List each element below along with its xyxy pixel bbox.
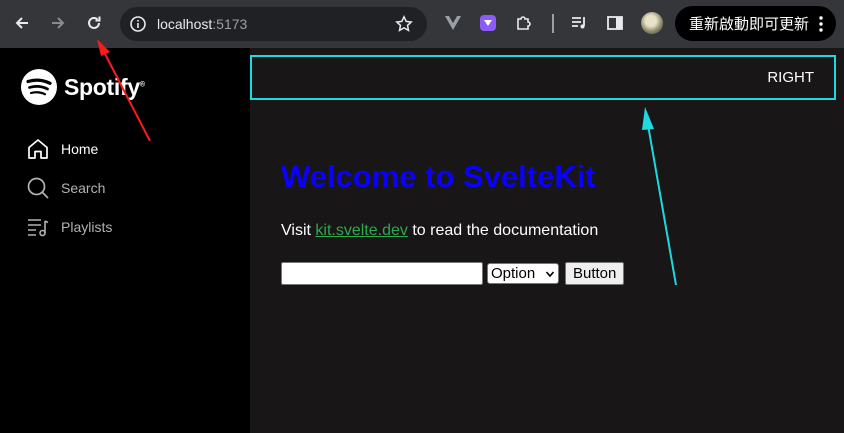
reload-button[interactable]	[80, 9, 108, 37]
extensions-button[interactable]	[513, 12, 535, 34]
back-arrow-icon	[15, 17, 28, 29]
sidebar-item-search[interactable]: Search	[26, 176, 105, 200]
reload-icon	[88, 16, 101, 29]
site-info-icon[interactable]	[129, 15, 147, 33]
option-select[interactable]: Option	[487, 263, 559, 284]
back-button[interactable]	[8, 9, 36, 37]
brand-text: Spotify	[64, 73, 140, 100]
sidebar-item-home[interactable]: Home	[26, 137, 98, 161]
sidebar-item-label: Search	[61, 180, 106, 196]
sidebar-item-playlists[interactable]: Playlists	[26, 215, 112, 239]
visit-suffix: to read the documentation	[407, 222, 599, 239]
sidebar: Spotify® Home Search Playlists	[0, 48, 250, 433]
side-panel-button[interactable]	[604, 12, 626, 34]
main-content: RIGHT Welcome to SvelteKit Visit kit.sve…	[250, 48, 844, 433]
brand-name: Spotify®	[64, 74, 145, 101]
visit-paragraph: Visit kit.svelte.dev to read the documen…	[281, 222, 598, 240]
url-port: :5173	[212, 16, 248, 32]
sidebar-item-label: Playlists	[61, 219, 113, 235]
puzzle-icon	[517, 16, 531, 30]
playlist-icon	[28, 219, 49, 237]
page-content: Spotify® Home Search Playlists RIGHT Wel…	[0, 48, 844, 433]
search-icon	[27, 177, 49, 199]
chevron-down-icon	[545, 271, 555, 278]
select-value: Option	[491, 265, 536, 282]
media-control-button[interactable]	[568, 12, 590, 34]
spotify-logo-icon	[21, 69, 57, 105]
page-title: Welcome to SvelteKit	[281, 159, 596, 194]
purple-extension-icon	[480, 15, 496, 31]
header-right-text: RIGHT	[767, 69, 814, 86]
purple-extension[interactable]	[477, 12, 499, 34]
vue-logo-icon	[445, 16, 461, 30]
profile-avatar[interactable]	[641, 12, 663, 34]
header-right-bar: RIGHT	[250, 55, 836, 100]
vue-devtools-extension[interactable]	[442, 12, 464, 34]
bookmark-star-icon[interactable]	[395, 15, 413, 33]
more-vert-icon	[819, 16, 823, 32]
action-button[interactable]: Button	[565, 262, 625, 285]
address-bar[interactable]: localhost:5173	[120, 7, 427, 41]
toolbar-divider	[552, 14, 554, 33]
registered-mark: ®	[139, 80, 145, 88]
text-input[interactable]	[281, 262, 483, 285]
update-browser-button[interactable]: 重新啟動即可更新	[675, 6, 836, 41]
url-host: localhost	[157, 16, 213, 32]
home-icon	[28, 139, 48, 159]
forward-arrow-icon	[52, 17, 65, 29]
visit-prefix: Visit	[281, 222, 316, 239]
docs-link[interactable]: kit.svelte.dev	[315, 222, 407, 239]
side-panel-icon	[607, 16, 623, 30]
form-controls: Option Button	[281, 262, 625, 285]
spotify-logo[interactable]: Spotify®	[20, 68, 145, 106]
queue-music-icon	[572, 17, 585, 29]
browser-toolbar: localhost:5173 重新啟動即可更新	[0, 0, 844, 48]
sidebar-item-label: Home	[61, 141, 99, 157]
forward-button[interactable]	[44, 9, 72, 37]
url-text: localhost:5173	[157, 16, 247, 32]
update-button-label: 重新啟動即可更新	[689, 15, 810, 33]
